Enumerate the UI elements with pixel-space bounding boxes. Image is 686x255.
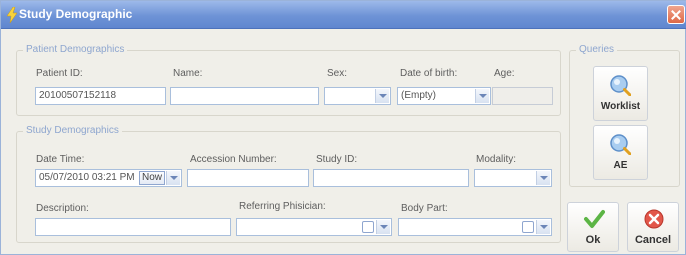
- patient-id-value: 20100507152118: [39, 90, 117, 101]
- queries-label: Queries: [576, 44, 618, 55]
- lightning-icon: [7, 7, 17, 23]
- patient-id-field[interactable]: 20100507152118: [35, 87, 166, 105]
- sex-select[interactable]: [324, 87, 391, 105]
- dob-label: Date of birth:: [400, 68, 458, 79]
- dob-value: (Empty): [401, 90, 436, 101]
- chevron-down-icon[interactable]: [475, 89, 489, 103]
- description-label: Description:: [36, 203, 89, 214]
- cancel-button[interactable]: Cancel: [627, 202, 679, 252]
- accession-field[interactable]: [187, 169, 309, 187]
- studyid-label: Study ID:: [316, 154, 358, 165]
- bodypart-select[interactable]: [398, 218, 552, 236]
- chevron-down-icon[interactable]: [536, 220, 550, 234]
- queries-group: Queries Worklist AE: [569, 44, 680, 187]
- datetime-value: 05/07/2010 03:21 PM: [39, 172, 135, 183]
- close-button[interactable]: [667, 5, 685, 24]
- now-button[interactable]: Now: [138, 171, 165, 185]
- accession-label: Accession Number:: [190, 154, 277, 165]
- modality-label: Modality:: [476, 154, 517, 165]
- chevron-down-icon[interactable]: [536, 171, 550, 185]
- worklist-label: Worklist: [600, 101, 641, 112]
- chevron-down-icon[interactable]: [376, 220, 390, 234]
- cancel-icon: [644, 209, 664, 229]
- study-demographics-group: Study Demographics Date Time: 05/07/2010…: [16, 125, 561, 243]
- physician-label: Referring Phisician:: [239, 201, 326, 212]
- datetime-label: Date Time:: [36, 154, 85, 165]
- checkmark-icon: [584, 210, 605, 228]
- chevron-down-icon[interactable]: [166, 171, 180, 185]
- search-globe-icon: [610, 134, 631, 155]
- chevron-down-icon[interactable]: [375, 89, 389, 103]
- age-field: [492, 87, 553, 105]
- bodypart-label: Body Part:: [401, 203, 448, 214]
- datetime-picker[interactable]: 05/07/2010 03:21 PM Now: [35, 169, 182, 187]
- ok-label: Ok: [585, 234, 601, 246]
- ok-button[interactable]: Ok: [567, 202, 619, 252]
- dob-picker[interactable]: (Empty): [397, 87, 491, 105]
- ae-button[interactable]: AE: [593, 125, 648, 180]
- modality-select[interactable]: [474, 169, 552, 187]
- title-bar[interactable]: Study Demographic: [1, 1, 686, 29]
- checkbox-icon[interactable]: [362, 221, 374, 233]
- description-field[interactable]: [35, 218, 231, 236]
- age-label: Age:: [494, 68, 515, 79]
- patient-demographics-label: Patient Demographics: [23, 44, 128, 55]
- studyid-field[interactable]: [313, 169, 469, 187]
- name-label: Name:: [173, 68, 203, 79]
- worklist-button[interactable]: Worklist: [593, 66, 648, 121]
- window-title: Study Demographic: [19, 7, 133, 21]
- patient-demographics-group: Patient Demographics Patient ID: 2010050…: [16, 44, 561, 116]
- patient-id-label: Patient ID:: [36, 68, 83, 79]
- study-demographic-dialog: Study Demographic Patient Demographics P…: [0, 0, 686, 255]
- physician-select[interactable]: [236, 218, 392, 236]
- sex-label: Sex:: [327, 68, 348, 79]
- ae-label: AE: [613, 160, 628, 171]
- study-demographics-label: Study Demographics: [23, 125, 122, 136]
- cancel-label: Cancel: [634, 234, 672, 246]
- checkbox-icon[interactable]: [522, 221, 534, 233]
- name-field[interactable]: [170, 87, 319, 105]
- search-globe-icon: [610, 75, 631, 96]
